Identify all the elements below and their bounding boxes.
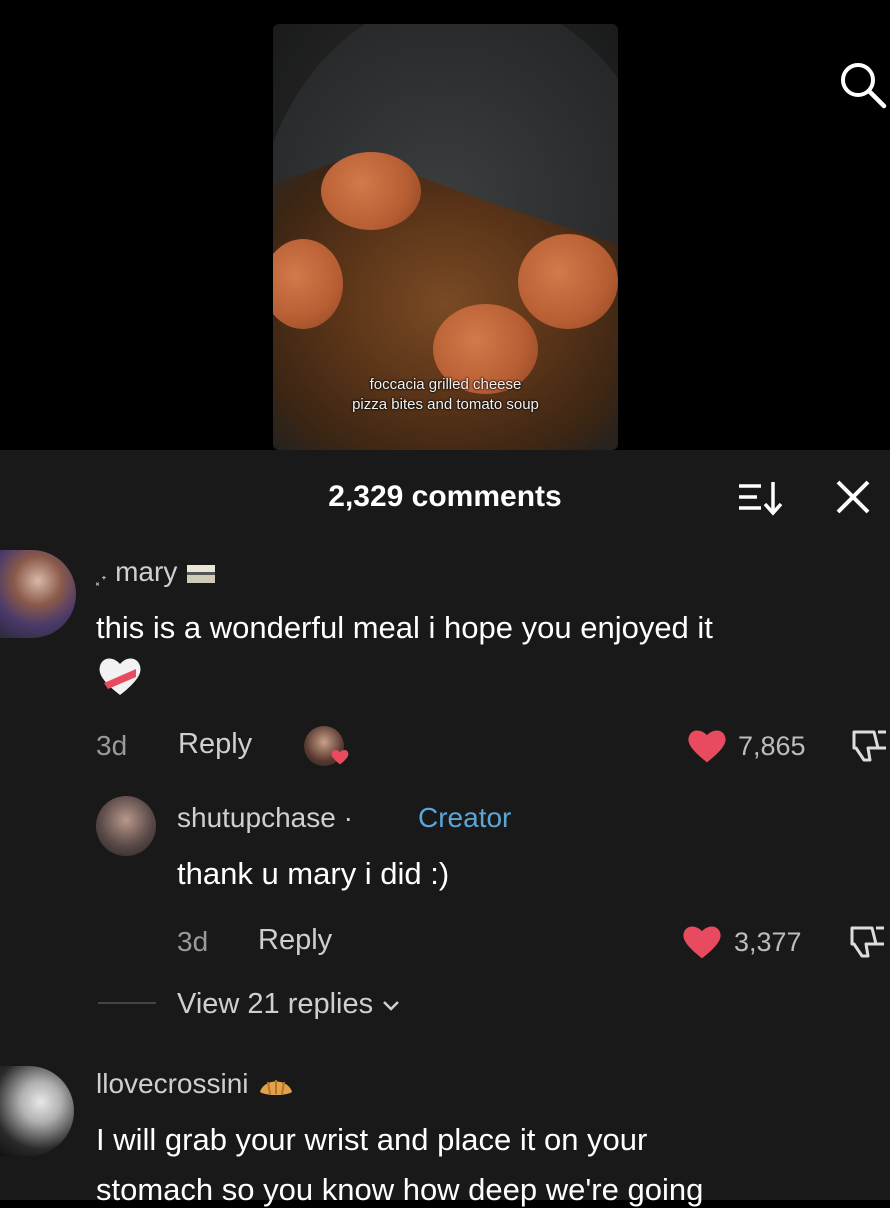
video-caption-line2: pizza bites and tomato soup xyxy=(352,396,539,413)
comment-username[interactable]: llovecrossini xyxy=(96,1068,296,1102)
comment-username[interactable]: shutupchase · xyxy=(177,802,353,834)
like-heart-icon[interactable] xyxy=(680,922,724,962)
mending-heart-emoji-icon xyxy=(99,658,141,695)
username-decoration: ⸼˖ xyxy=(96,564,108,586)
dislike-icon[interactable] xyxy=(846,922,888,962)
comment-age: 3d xyxy=(96,730,128,761)
sort-icon[interactable] xyxy=(735,478,785,518)
username-text: shutupchase xyxy=(177,802,336,833)
dislike-icon[interactable] xyxy=(848,726,890,766)
replies-divider xyxy=(98,1002,156,1004)
view-replies-button[interactable]: View 21 replies xyxy=(177,988,401,1021)
like-count: 7,865 xyxy=(738,731,806,761)
comment-text-line1: I will grab your wrist and place it on y… xyxy=(96,1122,648,1157)
comment-username[interactable]: ⸼˖ mary xyxy=(96,556,217,588)
creator-badge: Creator xyxy=(418,802,512,833)
video-thumbnail[interactable]: foccacia grilled cheese pizza bites and … xyxy=(273,24,618,450)
separator-dot: · xyxy=(343,802,353,833)
reply-button[interactable]: Reply xyxy=(178,728,252,761)
croissant-emoji-icon xyxy=(260,1079,293,1095)
username-text: llovecrossini xyxy=(96,1068,249,1099)
comment-age: 3d xyxy=(177,926,209,957)
comment-text-line2: stomach so you know how deep we're going xyxy=(96,1172,704,1207)
bread-emoji-icon xyxy=(187,564,216,583)
reply-button[interactable]: Reply xyxy=(258,924,332,957)
comment-text: this is a wonderful meal i hope you enjo… xyxy=(96,610,713,645)
video-caption-line1: foccacia grilled cheese xyxy=(369,376,522,393)
like-count: 3,377 xyxy=(734,927,802,957)
video-area[interactable]: foccacia grilled cheese pizza bites and … xyxy=(0,0,890,450)
pepperoni xyxy=(321,152,421,230)
chevron-down-icon xyxy=(383,1001,400,1011)
search-icon[interactable] xyxy=(836,58,890,112)
like-heart-icon[interactable] xyxy=(685,726,729,766)
heart-icon xyxy=(331,750,349,765)
comment-text: thank u mary i did :) xyxy=(177,856,450,891)
close-icon[interactable] xyxy=(830,478,876,518)
username-text: mary xyxy=(115,556,178,587)
avatar[interactable] xyxy=(96,796,156,856)
pepperoni xyxy=(518,234,618,329)
view-replies-label: View 21 replies xyxy=(177,988,374,1020)
